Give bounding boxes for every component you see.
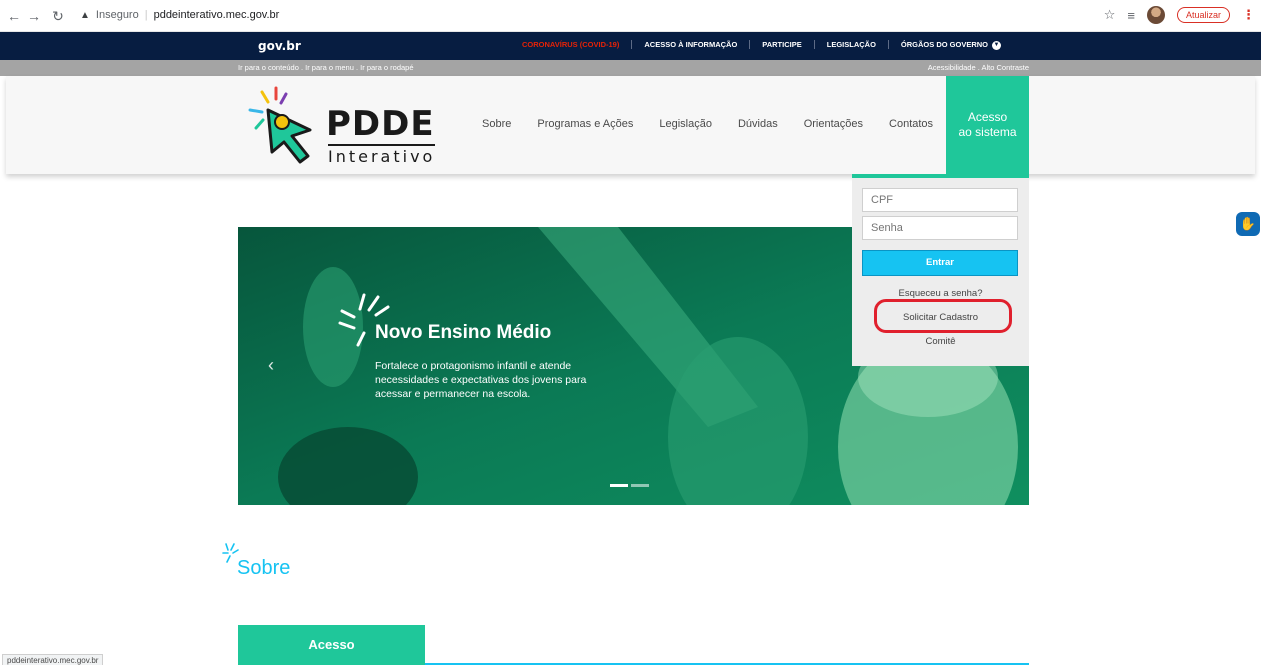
profile-avatar[interactable] <box>1146 6 1165 24</box>
gov-link-orgaos-label: ÓRGÃOS DO GOVERNO <box>900 40 988 49</box>
back-arrow-icon[interactable]: ← <box>6 8 22 24</box>
browser-actions: ☆ ≡ Atualizar ⋮ <box>1104 6 1255 24</box>
register-link[interactable]: Solicitar Cadastro <box>852 312 1029 323</box>
logo-title: PDDE <box>326 104 435 144</box>
login-button[interactable]: Entrar <box>862 250 1018 276</box>
security-label: Inseguro <box>95 9 139 21</box>
password-input[interactable] <box>862 216 1018 240</box>
system-access-button[interactable]: Acesso ao sistema <box>946 76 1029 174</box>
committee-link[interactable]: Comitê <box>852 336 1029 347</box>
forgot-password-link[interactable]: Esqueceu a senha? <box>852 288 1029 299</box>
reload-icon[interactable]: ↻ <box>50 8 66 24</box>
nav-item-orientacoes[interactable]: Orientações <box>804 118 863 130</box>
gov-link-covid[interactable]: CORONAVÍRUS (COVID-19) <box>510 40 633 50</box>
cpf-input[interactable] <box>862 188 1018 212</box>
gov-link-acesso-informacao[interactable]: ACESSO À INFORMAÇÃO <box>632 40 751 50</box>
url-text: pddeinterativo.mec.gov.br <box>153 9 280 21</box>
gov-link-participe[interactable]: PARTICIPE <box>750 40 815 50</box>
site-header: PDDE Interativo Sobre Programas e Ações … <box>6 76 1255 174</box>
carousel-prev-icon[interactable]: ‹ <box>268 355 274 376</box>
gov-bar: gov.br CORONAVÍRUS (COVID-19) ACESSO À I… <box>0 32 1261 60</box>
accessibility-links[interactable]: Acessibilidade . Alto Contraste <box>928 63 1029 72</box>
gov-links: CORONAVÍRUS (COVID-19) ACESSO À INFORMAÇ… <box>510 40 1013 50</box>
nav-item-duvidas[interactable]: Dúvidas <box>738 118 778 130</box>
carousel-indicators <box>610 484 649 487</box>
pdde-logo[interactable]: PDDE Interativo <box>248 86 438 166</box>
cursor-logo-icon <box>248 86 312 164</box>
browser-toolbar: ← → ↻ ▲ Inseguro | pddeinterativo.mec.go… <box>0 0 1261 32</box>
nav-item-contatos[interactable]: Contatos <box>889 118 933 130</box>
sign-language-icon[interactable]: ✋ <box>1236 212 1260 236</box>
nav-item-legislacao[interactable]: Legislação <box>659 118 712 130</box>
carousel-dot-1[interactable] <box>610 484 628 487</box>
nav-item-sobre[interactable]: Sobre <box>482 118 511 130</box>
menu-kebab-icon[interactable]: ⋮ <box>1242 7 1255 23</box>
logo-subtitle: Interativo <box>328 144 436 166</box>
login-panel: Entrar Esqueceu a senha? Solicitar Cadas… <box>852 174 1029 366</box>
chevron-down-icon: ▼ <box>992 40 1001 50</box>
system-access-line-2: ao sistema <box>958 125 1017 139</box>
system-access-line-1: Acesso <box>967 110 1008 124</box>
star-icon[interactable]: ☆ <box>1104 7 1116 23</box>
hero-title: Novo Ensino Médio <box>375 322 552 343</box>
carousel-dot-2[interactable] <box>631 484 649 487</box>
status-bar-url: pddeinterativo.mec.gov.br <box>2 654 104 665</box>
gov-link-legislacao[interactable]: LEGISLAÇÃO <box>815 40 889 50</box>
skip-links[interactable]: Ir para o conteúdo . Ir para o menu . Ir… <box>238 63 414 72</box>
address-bar[interactable]: ▲ Inseguro | pddeinterativo.mec.gov.br <box>80 9 279 21</box>
sobre-heading: Sobre <box>222 542 290 579</box>
main-nav: Sobre Programas e Ações Legislação Dúvid… <box>482 118 933 130</box>
tab-acesso[interactable]: Acesso <box>238 625 425 665</box>
gov-link-orgaos[interactable]: ÓRGÃOS DO GOVERNO ▼ <box>889 40 1013 50</box>
nav-item-programas[interactable]: Programas e Ações <box>537 118 633 130</box>
warning-icon: ▲ <box>80 9 90 21</box>
govbr-logo[interactable]: gov.br <box>258 39 301 53</box>
update-button[interactable]: Atualizar <box>1176 7 1230 23</box>
sobre-title: Sobre <box>237 557 291 579</box>
accessibility-strip: Ir para o conteúdo . Ir para o menu . Ir… <box>0 60 1261 76</box>
forward-arrow-icon[interactable]: → <box>26 8 42 24</box>
omnibox-separator: | <box>144 9 148 21</box>
hero-description: Fortalece o protagonismo infantil e aten… <box>375 360 587 400</box>
reading-list-icon[interactable]: ≡ <box>1127 8 1135 23</box>
